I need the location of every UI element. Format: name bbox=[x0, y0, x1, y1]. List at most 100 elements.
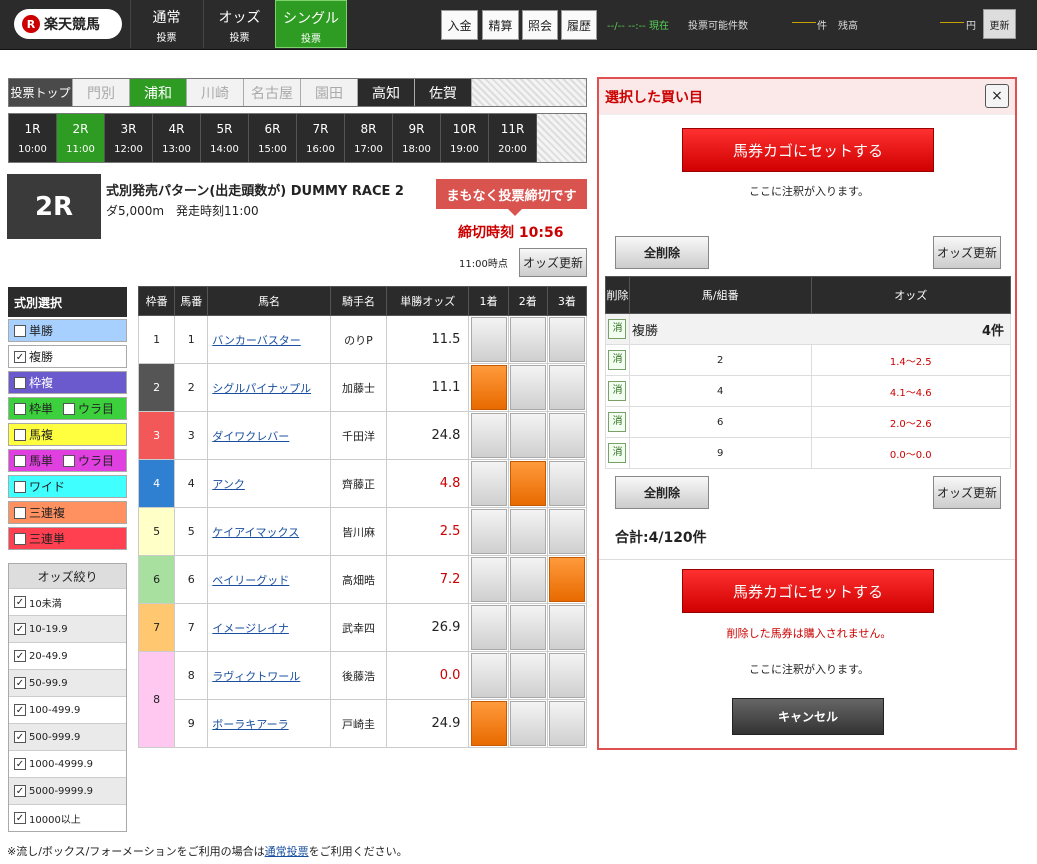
deposit-button[interactable]: 入金 bbox=[441, 10, 478, 40]
odds-refresh-button-panel-bottom[interactable]: オッズ更新 bbox=[933, 476, 1001, 509]
place-3-button[interactable] bbox=[548, 509, 585, 554]
nav-single-vote[interactable]: シングル 投票 bbox=[275, 0, 347, 48]
place-1-button[interactable] bbox=[470, 701, 507, 746]
history-button[interactable]: 履歴 bbox=[561, 10, 597, 40]
rakuten-keiba-logo[interactable]: R 楽天競馬 bbox=[14, 9, 122, 39]
set-cart-button-bottom[interactable]: 馬券カゴにセットする bbox=[682, 569, 934, 613]
bet-type-checkbox[interactable] bbox=[14, 454, 26, 467]
odds-filter-checkbox[interactable]: ✓ bbox=[14, 596, 26, 608]
reverse-checkbox[interactable] bbox=[63, 402, 76, 415]
odds-filter-checkbox[interactable]: ✓ bbox=[14, 677, 26, 689]
bet-type-checkbox[interactable] bbox=[14, 506, 26, 519]
reverse-checkbox[interactable] bbox=[63, 454, 76, 467]
bet-type-4[interactable]: 馬複 bbox=[8, 423, 127, 446]
horse-name-link[interactable]: ボーラキアーラ bbox=[212, 718, 288, 731]
bet-type-checkbox[interactable] bbox=[14, 532, 26, 545]
place-2-button[interactable] bbox=[509, 509, 546, 554]
odds-filter-item[interactable]: ✓ 10-19.9 bbox=[9, 615, 126, 642]
race-tab-5r[interactable]: 5R 14:00 bbox=[201, 114, 249, 162]
place-3-button[interactable] bbox=[548, 653, 585, 698]
odds-filter-item[interactable]: ✓ 5000-9999.9 bbox=[9, 777, 126, 804]
place-1-button[interactable] bbox=[470, 317, 507, 362]
place-3-button[interactable] bbox=[548, 557, 585, 602]
race-tab-3r[interactable]: 3R 12:00 bbox=[105, 114, 153, 162]
place-2-button[interactable] bbox=[509, 557, 546, 602]
close-panel-button[interactable]: × bbox=[985, 84, 1009, 108]
delete-bet-button[interactable]: 消 bbox=[608, 412, 627, 432]
inquiry-button[interactable]: 照会 bbox=[522, 10, 558, 40]
race-tab-7r[interactable]: 7R 16:00 bbox=[297, 114, 345, 162]
odds-filter-checkbox[interactable]: ✓ bbox=[14, 704, 26, 716]
place-3-button[interactable] bbox=[548, 605, 585, 650]
odds-filter-checkbox[interactable]: ✓ bbox=[14, 623, 26, 635]
race-tab-10r[interactable]: 10R 19:00 bbox=[441, 114, 489, 162]
bet-type-8[interactable]: 三連単 bbox=[8, 527, 127, 550]
place-1-button[interactable] bbox=[470, 413, 507, 458]
bet-type-checkbox[interactable] bbox=[14, 402, 26, 415]
bet-type-checkbox[interactable] bbox=[14, 428, 26, 441]
settle-button[interactable]: 精算 bbox=[482, 10, 519, 40]
place-2-button[interactable] bbox=[509, 317, 546, 362]
bet-type-checkbox[interactable] bbox=[14, 480, 26, 493]
place-3-button[interactable] bbox=[548, 461, 585, 506]
place-1-button[interactable] bbox=[470, 509, 507, 554]
horse-name-link[interactable]: イメージレイナ bbox=[212, 622, 289, 635]
race-tab-2r[interactable]: 2R 11:00 bbox=[57, 114, 105, 162]
race-tab-4r[interactable]: 4R 13:00 bbox=[153, 114, 201, 162]
race-tab-1r[interactable]: 1R 10:00 bbox=[9, 114, 57, 162]
race-tab-9r[interactable]: 9R 18:00 bbox=[393, 114, 441, 162]
tab-vote-top[interactable]: 投票トップ bbox=[9, 79, 73, 106]
place-1-button[interactable] bbox=[470, 365, 507, 410]
odds-filter-item[interactable]: ✓ 20-49.9 bbox=[9, 642, 126, 669]
horse-name-link[interactable]: ベイリーグッド bbox=[212, 574, 289, 587]
tab-track-kawasaki[interactable]: 川崎 bbox=[187, 79, 244, 106]
horse-name-link[interactable]: バンカーバスター bbox=[212, 334, 300, 347]
odds-refresh-button[interactable]: オッズ更新 bbox=[519, 248, 587, 277]
bet-type-7[interactable]: 三連複 bbox=[8, 501, 127, 524]
odds-refresh-button-panel-top[interactable]: オッズ更新 bbox=[933, 236, 1001, 269]
horse-name-link[interactable]: ダイワクレバー bbox=[212, 430, 289, 443]
delete-all-button-bottom[interactable]: 全削除 bbox=[615, 476, 709, 509]
refresh-button[interactable]: 更新 bbox=[983, 9, 1016, 39]
place-2-button[interactable] bbox=[509, 701, 546, 746]
odds-filter-item[interactable]: ✓ 10未満 bbox=[9, 588, 126, 615]
place-1-button[interactable] bbox=[470, 653, 507, 698]
odds-filter-checkbox[interactable]: ✓ bbox=[14, 785, 26, 797]
race-tab-11r[interactable]: 11R 20:00 bbox=[489, 114, 537, 162]
odds-filter-item[interactable]: ✓ 500-999.9 bbox=[9, 723, 126, 750]
place-2-button[interactable] bbox=[509, 365, 546, 410]
delete-group-button[interactable]: 消 bbox=[608, 319, 627, 339]
bet-type-checkbox[interactable]: ✓ bbox=[14, 350, 26, 363]
race-tab-6r[interactable]: 6R 15:00 bbox=[249, 114, 297, 162]
bet-type-0[interactable]: 単勝 bbox=[8, 319, 127, 342]
nav-normal-vote[interactable]: 通常 投票 bbox=[130, 0, 202, 48]
bet-type-1[interactable]: ✓ 複勝 bbox=[8, 345, 127, 368]
tab-track-urawa[interactable]: 浦和 bbox=[130, 79, 187, 106]
place-2-button[interactable] bbox=[509, 413, 546, 458]
place-3-button[interactable] bbox=[548, 701, 585, 746]
odds-filter-checkbox[interactable]: ✓ bbox=[14, 812, 26, 824]
horse-name-link[interactable]: アンク bbox=[212, 478, 245, 491]
bet-type-checkbox[interactable] bbox=[14, 376, 26, 389]
nav-odds-vote[interactable]: オッズ 投票 bbox=[203, 0, 275, 48]
place-3-button[interactable] bbox=[548, 317, 585, 362]
odds-filter-checkbox[interactable]: ✓ bbox=[14, 650, 26, 662]
set-cart-button-top[interactable]: 馬券カゴにセットする bbox=[682, 128, 934, 172]
place-1-button[interactable] bbox=[470, 605, 507, 650]
tab-track-nagoya[interactable]: 名古屋 bbox=[244, 79, 301, 106]
odds-filter-checkbox[interactable]: ✓ bbox=[14, 758, 26, 770]
delete-bet-button[interactable]: 消 bbox=[608, 381, 627, 401]
normal-vote-link[interactable]: 通常投票 bbox=[265, 845, 309, 858]
horse-name-link[interactable]: ケイアイマックス bbox=[212, 526, 299, 539]
odds-filter-item[interactable]: ✓ 50-99.9 bbox=[9, 669, 126, 696]
tab-track-monbetsu[interactable]: 門別 bbox=[73, 79, 130, 106]
place-2-button[interactable] bbox=[509, 653, 546, 698]
place-3-button[interactable] bbox=[548, 365, 585, 410]
place-2-button[interactable] bbox=[509, 461, 546, 506]
tab-track-sonoda[interactable]: 園田 bbox=[301, 79, 358, 106]
place-2-button[interactable] bbox=[509, 605, 546, 650]
tab-track-saga[interactable]: 佐賀 bbox=[415, 79, 472, 106]
bet-type-5[interactable]: 馬単 ウラ目 bbox=[8, 449, 127, 472]
delete-bet-button[interactable]: 消 bbox=[608, 350, 627, 370]
place-3-button[interactable] bbox=[548, 413, 585, 458]
